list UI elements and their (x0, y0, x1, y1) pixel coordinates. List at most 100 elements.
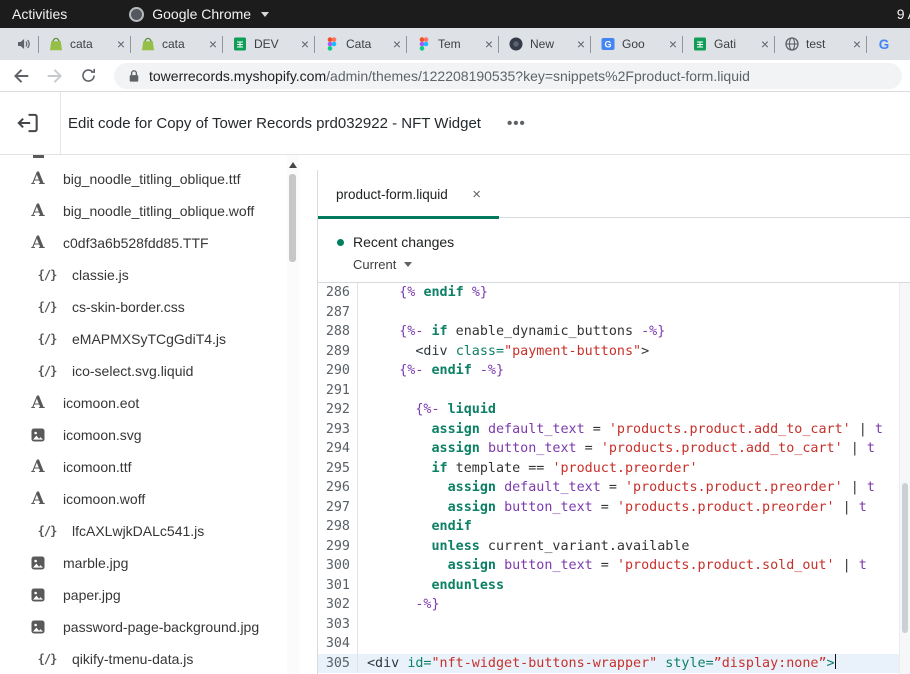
code-text: <div class="payment-buttons"> (358, 342, 649, 362)
code-line-301[interactable]: 301 endunless (318, 576, 899, 596)
line-number: 296 (318, 478, 358, 498)
back-button[interactable] (12, 67, 30, 85)
browser-tab-1[interactable]: cata× (39, 28, 130, 60)
browser-tab-10[interactable]: G (867, 28, 903, 60)
line-number: 302 (318, 595, 358, 615)
code-line-292[interactable]: 292 {%- liquid (318, 400, 899, 420)
app-header: Edit code for Copy of Tower Records prd0… (0, 92, 910, 155)
code-line-303[interactable]: 303 (318, 615, 899, 635)
file-name: qikify-tmenu-data.js (72, 651, 193, 667)
browser-tab-9[interactable]: test× (775, 28, 866, 60)
line-number: 295 (318, 459, 358, 479)
code-text: <div id="nft-widget-buttons-wrapper" sty… (358, 654, 836, 674)
browser-tab-5[interactable]: Tem× (407, 28, 498, 60)
reload-button[interactable] (80, 67, 98, 85)
code-line-300[interactable]: 300 assign button_text = 'products.produ… (318, 556, 899, 576)
file-item-icomoon.svg[interactable]: icomoon.svg (0, 419, 287, 451)
close-tab-icon[interactable]: × (853, 37, 861, 51)
code-line-286[interactable]: 286 {% endif %} (318, 283, 899, 303)
code-line-287[interactable]: 287 (318, 303, 899, 323)
close-tab-icon[interactable]: × (485, 37, 493, 51)
close-tab-icon[interactable]: × (393, 37, 401, 51)
file-item-icomoon.ttf[interactable]: Aicomoon.ttf (0, 451, 287, 483)
code-line-293[interactable]: 293 assign default_text = 'products.prod… (318, 420, 899, 440)
code-text: unless current_variant.available (358, 537, 689, 557)
file-item-cs-skin-border.css[interactable]: {/}cs-skin-border.css (0, 291, 287, 323)
app-menu[interactable]: Google Chrome (129, 6, 269, 22)
code-file-icon: {/} (28, 300, 57, 314)
exit-code-editor-button[interactable] (15, 110, 41, 136)
code-line-297[interactable]: 297 assign button_text = 'products.produ… (318, 498, 899, 518)
code-line-288[interactable]: 288 {%- if enable_dynamic_buttons -%} (318, 322, 899, 342)
code-line-289[interactable]: 289 <div class="payment-buttons"> (318, 342, 899, 362)
browser-tabs: cata×cata×DEV×Cata×Tem×New×GGoo×Gati×tes… (38, 28, 903, 60)
code-line-298[interactable]: 298 endif (318, 517, 899, 537)
browser-tab-6[interactable]: New× (499, 28, 590, 60)
browser-tab-7[interactable]: GGoo× (591, 28, 682, 60)
close-tab-icon[interactable]: × (209, 37, 217, 51)
editor-tab-bar: product-form.liquid × (318, 170, 910, 218)
close-tab-icon[interactable]: × (761, 37, 769, 51)
file-item-eMAPMXSyTCgGdiT4.js[interactable]: {/}eMAPMXSyTCgGdiT4.js (0, 323, 287, 355)
address-bar[interactable]: towerrecords.myshopify.com/admin/themes/… (114, 63, 902, 89)
code-line-290[interactable]: 290 {%- endif -%} (318, 361, 899, 381)
file-name: lfcAXLwjkDALc541.js (72, 523, 204, 539)
editor-tab-label: product-form.liquid (336, 187, 448, 202)
recent-changes-label: Recent changes (353, 234, 454, 250)
code-lines[interactable]: 286 {% endif %}287288 {%- if enable_dyna… (318, 283, 899, 674)
file-item-icomoon.eot[interactable]: Aicomoon.eot (0, 387, 287, 419)
close-tab-icon[interactable]: × (577, 37, 585, 51)
close-tab-icon[interactable]: × (301, 37, 309, 51)
code-line-302[interactable]: 302 -%} (318, 595, 899, 615)
file-item-ico-select.svg.liquid[interactable]: {/}ico-select.svg.liquid (0, 355, 287, 387)
file-name: eMAPMXSyTCgGdiT4.js (72, 331, 226, 347)
close-tab-icon[interactable]: × (117, 37, 125, 51)
file-item-big_noodle_titling_oblique.ttf[interactable]: Abig_noodle_titling_oblique.ttf (0, 163, 287, 195)
more-actions-button[interactable]: ••• (507, 115, 526, 132)
scroll-up-arrow-icon[interactable] (289, 162, 297, 168)
image-file-icon (28, 587, 48, 603)
speaker-icon[interactable] (8, 36, 38, 52)
code-line-305[interactable]: 305<div id="nft-widget-buttons-wrapper" … (318, 654, 899, 674)
editor-scrollbar[interactable] (899, 283, 910, 674)
file-name: classie.js (72, 267, 129, 283)
code-line-295[interactable]: 295 if template == 'product.preorder' (318, 459, 899, 479)
browser-tab-4[interactable]: Cata× (315, 28, 406, 60)
activities-button[interactable]: Activities (12, 6, 67, 22)
browser-tab-3[interactable]: DEV× (223, 28, 314, 60)
code-line-299[interactable]: 299 unless current_variant.available (318, 537, 899, 557)
file-item-qikify-tmenu-data.js[interactable]: {/}qikify-tmenu-data.js (0, 643, 287, 674)
code-line-294[interactable]: 294 assign button_text = 'products.produ… (318, 439, 899, 459)
browser-tab-8[interactable]: Gati× (683, 28, 774, 60)
close-tab-icon[interactable]: × (472, 186, 481, 203)
code-line-304[interactable]: 304 (318, 634, 899, 654)
browser-tab-2[interactable]: cata× (131, 28, 222, 60)
code-text: if template == 'product.preorder' (358, 459, 698, 479)
file-item-c0df3a6b528fdd85.TTF[interactable]: Ac0df3a6b528fdd85.TTF (0, 227, 287, 259)
version-dropdown[interactable]: Current (353, 257, 910, 272)
code-text: -%} (358, 595, 440, 615)
file-item-marble.jpg[interactable]: marble.jpg (0, 547, 287, 579)
image-file-icon (28, 555, 48, 571)
forward-button[interactable] (46, 67, 64, 85)
code-line-291[interactable]: 291 (318, 381, 899, 401)
file-item-big_noodle_titling_oblique.woff[interactable]: Abig_noodle_titling_oblique.woff (0, 195, 287, 227)
code-line-296[interactable]: 296 assign default_text = 'products.prod… (318, 478, 899, 498)
desktop-top-bar: Activities Google Chrome 9 A (0, 0, 910, 28)
file-item-classie.js[interactable]: {/}classie.js (0, 259, 287, 291)
file-item-icomoon.woff[interactable]: Aicomoon.woff (0, 483, 287, 515)
sidebar-scrollbar[interactable] (287, 155, 299, 674)
close-tab-icon[interactable]: × (669, 37, 677, 51)
editor-tab-product-form[interactable]: product-form.liquid × (318, 170, 499, 218)
code-editor: product-form.liquid × Recent changes Cur… (318, 155, 910, 674)
file-item-paper.jpg[interactable]: paper.jpg (0, 579, 287, 611)
editor-scrollbar-thumb[interactable] (902, 483, 908, 633)
file-item-lfcAXLwjkDALc541.js[interactable]: {/}lfcAXLwjkDALc541.js (0, 515, 287, 547)
code-text (358, 634, 367, 654)
sidebar-scrollbar-thumb[interactable] (289, 174, 296, 262)
font-file-icon: A (28, 171, 48, 188)
code-text: assign default_text = 'products.product.… (358, 478, 875, 498)
header-divider (60, 92, 61, 154)
figma-favicon-icon (324, 36, 340, 52)
file-item-password-page-background.jpg[interactable]: password-page-background.jpg (0, 611, 287, 643)
